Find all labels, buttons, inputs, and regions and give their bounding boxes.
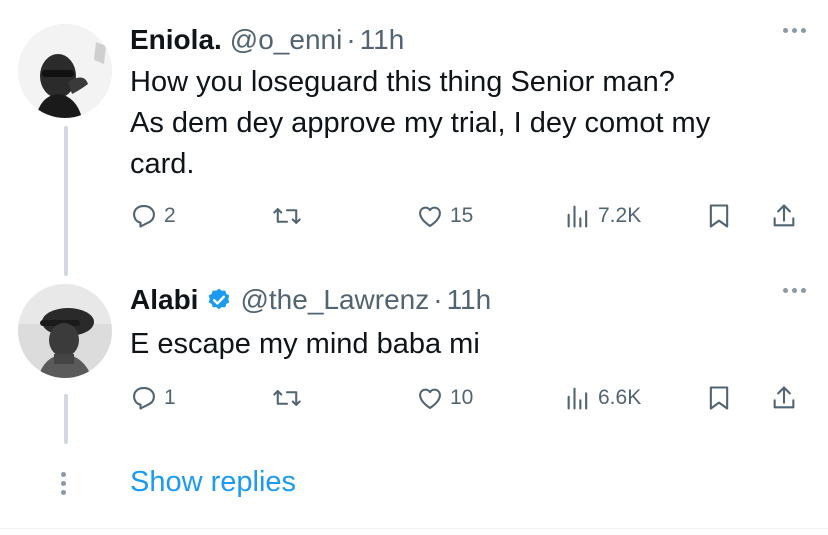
author-name[interactable]: Eniola. bbox=[130, 24, 222, 56]
reply-button[interactable]: 2 bbox=[130, 196, 176, 236]
separator-dot: · bbox=[346, 24, 356, 55]
tweet-text-line: How you loseguard this thing Senior man? bbox=[130, 66, 675, 98]
bookmark-button[interactable] bbox=[706, 196, 732, 236]
author-handle[interactable]: @o_enni bbox=[230, 24, 343, 56]
views-icon bbox=[567, 387, 588, 410]
author-name[interactable]: Alabi bbox=[130, 284, 198, 316]
like-button[interactable]: 10 bbox=[416, 378, 473, 418]
bookmark-icon bbox=[709, 204, 729, 228]
views-count: 7.2K bbox=[598, 204, 642, 227]
avatar[interactable] bbox=[18, 24, 112, 118]
timestamp[interactable]: 11h bbox=[360, 24, 405, 56]
views-icon bbox=[567, 205, 588, 228]
tweet-text-line: E escape my mind baba mi bbox=[130, 328, 480, 360]
avatar[interactable] bbox=[18, 284, 112, 378]
views-count: 6.6K bbox=[598, 386, 642, 409]
tweet-text-line: card. bbox=[130, 148, 195, 180]
tweet-text: How you loseguard this thing Senior man?… bbox=[130, 62, 800, 185]
author-handle[interactable]: @the_Lawrenz bbox=[240, 284, 429, 316]
share-icon bbox=[773, 204, 795, 227]
views-button[interactable]: 7.2K bbox=[564, 196, 641, 236]
retweet-icon bbox=[273, 208, 301, 224]
verified-badge-icon bbox=[206, 287, 232, 313]
show-replies-link[interactable]: Show replies bbox=[130, 466, 296, 499]
like-count: 15 bbox=[450, 204, 474, 227]
reply-count: 2 bbox=[164, 204, 176, 227]
tweet[interactable]: Eniola. @o_enni · 11h How you loseguard … bbox=[0, 20, 828, 240]
tweet-text-line: As dem dey approve my trial, I dey comot… bbox=[130, 107, 711, 139]
retweet-button[interactable] bbox=[272, 196, 308, 236]
divider bbox=[0, 528, 828, 529]
retweet-icon bbox=[273, 390, 301, 406]
reply-icon bbox=[133, 205, 155, 228]
tweet-actions: 2 15 7.2K bbox=[130, 196, 810, 236]
like-icon bbox=[419, 388, 441, 409]
tweet-text: E escape my mind baba mi bbox=[130, 324, 800, 365]
like-icon bbox=[419, 206, 441, 227]
views-button[interactable]: 6.6K bbox=[564, 378, 641, 418]
tweet-actions: 1 10 6.6K bbox=[130, 378, 810, 418]
share-button[interactable] bbox=[770, 378, 798, 418]
tweet[interactable]: Alabi @the_Lawrenz · 11h E escape my min… bbox=[0, 280, 828, 420]
thread-more-dots-icon bbox=[61, 472, 66, 495]
like-button[interactable]: 15 bbox=[416, 196, 473, 236]
share-button[interactable] bbox=[770, 196, 798, 236]
retweet-button[interactable] bbox=[272, 378, 308, 418]
reply-count: 1 bbox=[164, 386, 176, 409]
timestamp[interactable]: 11h bbox=[447, 284, 492, 316]
bookmark-button[interactable] bbox=[706, 378, 732, 418]
bookmark-icon bbox=[709, 386, 729, 410]
more-options-icon[interactable] bbox=[783, 28, 806, 33]
reply-button[interactable]: 1 bbox=[130, 378, 176, 418]
like-count: 10 bbox=[450, 386, 474, 409]
reply-icon bbox=[133, 387, 155, 410]
separator-dot: · bbox=[433, 284, 443, 315]
share-icon bbox=[773, 386, 795, 409]
more-options-icon[interactable] bbox=[783, 288, 806, 293]
